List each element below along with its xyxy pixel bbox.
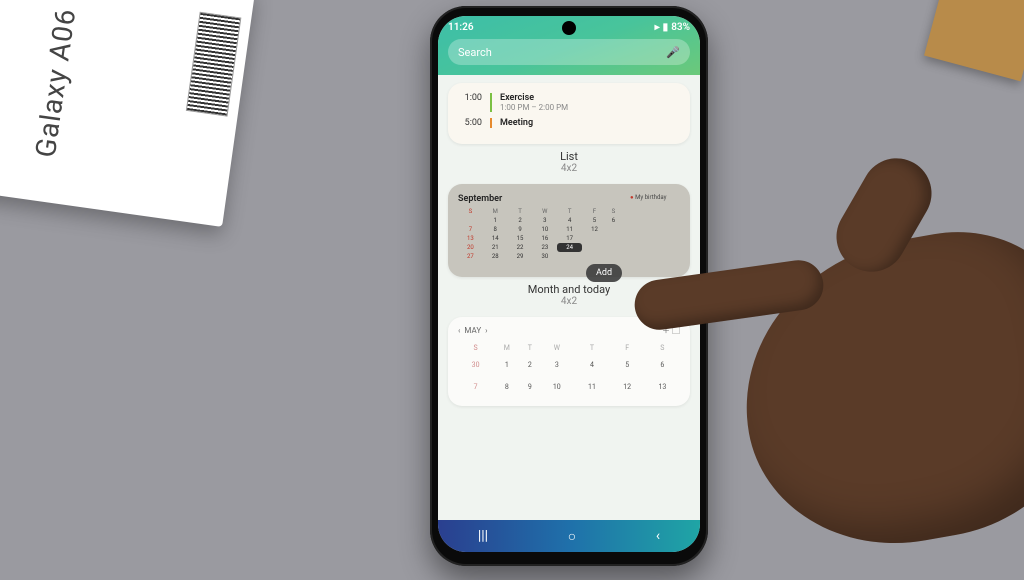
- list-item: 5:00 Meeting: [460, 118, 678, 128]
- widget-google-cal[interactable]: ‹ MAY › ＋ ▢ SMTWTFS 30123456 78910111213: [448, 317, 690, 406]
- today-icon[interactable]: ▢: [672, 326, 680, 335]
- month-side-events: ● My birthday: [630, 194, 680, 261]
- event-color-bar: [490, 93, 492, 112]
- chevron-left-icon[interactable]: ‹: [458, 326, 460, 335]
- search-placeholder: Search: [458, 46, 492, 59]
- camera-notch: [562, 21, 576, 35]
- home-button[interactable]: ○: [568, 528, 576, 545]
- status-battery: 83%: [671, 22, 690, 33]
- navigation-bar: ||| ○ ‹: [438, 520, 700, 552]
- product-box: Galaxy A06: [0, 0, 255, 227]
- gcal-month: MAY: [464, 326, 481, 335]
- status-time: 11:26: [448, 22, 474, 33]
- add-button[interactable]: Add: [586, 264, 622, 282]
- widget-list[interactable]: 1:00 Exercise 1:00 PM – 2:00 PM 5:00 Mee…: [448, 83, 690, 144]
- widget-caption: Month and today 4x2: [448, 283, 690, 307]
- list-item: 1:00 Exercise 1:00 PM – 2:00 PM: [460, 93, 678, 112]
- chevron-right-icon[interactable]: ›: [485, 326, 487, 335]
- search-input[interactable]: Search 🎤: [448, 39, 690, 65]
- voice-icon[interactable]: 🎤: [666, 46, 680, 59]
- phone-screen: 11:26 ▸ ▮ 83% Search 🎤 1:00 Exercis: [438, 16, 700, 552]
- widget-month-today[interactable]: September SMTWTFS 123456 789101112 13141…: [448, 184, 690, 277]
- phone-frame: 11:26 ▸ ▮ 83% Search 🎤 1:00 Exercis: [430, 6, 708, 566]
- product-box-label: Galaxy A06: [29, 6, 83, 159]
- back-button[interactable]: ‹: [656, 528, 660, 544]
- signal-icon: ▮: [663, 22, 669, 33]
- wifi-icon: ▸: [655, 22, 660, 33]
- barcode-sticker: [186, 12, 242, 117]
- event-color-bar: [490, 118, 492, 128]
- widget-caption: List 4x2: [448, 150, 690, 174]
- recents-button[interactable]: |||: [478, 528, 488, 544]
- wood-prop: [924, 0, 1024, 81]
- plus-icon[interactable]: ＋: [662, 326, 670, 335]
- month-title: September: [458, 194, 620, 204]
